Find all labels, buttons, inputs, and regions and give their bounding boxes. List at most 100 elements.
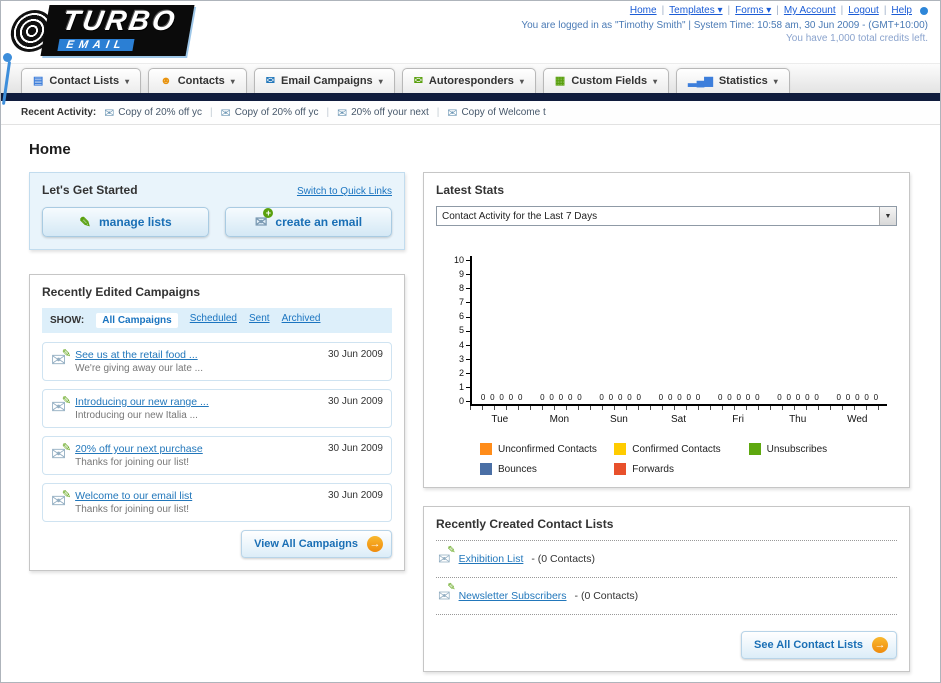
pencil-icon: ✎: [61, 489, 72, 501]
nav-tab-statistics[interactable]: ▂▄▆ Statistics ▾: [676, 68, 790, 93]
campaign-date: 30 Jun 2009: [327, 349, 383, 360]
y-axis-label: 5: [459, 326, 470, 335]
list-pencil-icon: ✉ ✎: [438, 545, 456, 568]
campaign-subtitle: We're giving away our late ...: [75, 363, 203, 374]
chart-y-axis: 10 9 8 7 6 5 4 3 2 1 0: [446, 256, 470, 406]
logo-text: TURBO EMAIL: [40, 5, 195, 56]
activity-separator: |: [210, 107, 213, 118]
bar-value-label: 0: [786, 393, 791, 402]
create-email-button[interactable]: ✉ + create an email: [225, 207, 392, 237]
nav-tab-label: Custom Fields: [571, 75, 648, 87]
contact-list-row[interactable]: ✉ ✎ Exhibition List - (0 Contacts): [436, 540, 897, 578]
see-all-contact-lists-button[interactable]: See All Contact Lists →: [740, 631, 897, 659]
link-separator: |: [840, 5, 844, 16]
contact-lists-panel: Recently Created Contact Lists ✉ ✎ Exhibit…: [423, 506, 910, 672]
link-separator: |: [727, 5, 731, 16]
stats-period-select[interactable]: Contact Activity for the Last 7 Days ▼: [436, 206, 897, 226]
y-axis-label: 9: [459, 270, 470, 279]
legend-swatch: [480, 443, 492, 455]
campaign-row[interactable]: ✉ ✎ See us at the retail food ... We're giv…: [42, 342, 392, 381]
pencil-icon: ✎: [447, 545, 456, 556]
header-link-forms[interactable]: Forms ▾: [735, 5, 771, 16]
campaign-row[interactable]: ✉ ✎ Introducing our new range ... Introduci…: [42, 389, 392, 428]
campaign-title-link[interactable]: Welcome to our email list: [75, 490, 313, 502]
campaign-title-link[interactable]: 20% off your next purchase: [75, 443, 313, 455]
latest-stats-panel: Latest Stats Contact Activity for the La…: [423, 172, 910, 488]
campaign-subtitle: Thanks for joining our list!: [75, 457, 190, 468]
legend-item-bounces: Bounces: [480, 463, 614, 475]
envelope-pencil-icon: ✉ ✎: [51, 489, 71, 510]
envelope-plus-icon: ✉ +: [255, 208, 274, 231]
nav-tab-label: Statistics: [718, 75, 768, 87]
chart-x-axis: Tue Mon Sun Sat Fri Thu Wed: [470, 414, 887, 425]
legend-item-unsubscribes: Unsubscribes: [748, 443, 883, 455]
manage-lists-button[interactable]: ✎ manage lists: [42, 207, 209, 237]
statistics-icon: ▂▄▆: [688, 74, 713, 87]
bar-value-label: 0: [873, 393, 879, 402]
bar-value-label: 0: [577, 393, 582, 402]
activity-separator: |: [436, 107, 440, 118]
nav-tab-autoresponders[interactable]: ✉ Autoresponders ▾: [401, 68, 536, 93]
campaign-text: Introducing our new range ... Introducing…: [75, 396, 313, 421]
header-link-logout[interactable]: Logout: [848, 5, 879, 16]
switch-quick-links-link[interactable]: Switch to Quick Links: [297, 186, 392, 197]
y-axis-label: 7: [459, 298, 470, 307]
campaign-text: 20% off your next purchase Thanks for joi…: [75, 443, 313, 468]
legend-swatch: [614, 443, 627, 455]
bar-value-label: 0: [864, 393, 869, 402]
activity-item-label: Copy of 20% off yc: [234, 107, 319, 118]
nav-tab-label: Contact Lists: [49, 75, 120, 87]
y-axis-label: 10: [454, 256, 470, 265]
view-all-campaigns-button[interactable]: View All Campaigns →: [241, 530, 392, 558]
contact-lists-icon: ▤: [33, 74, 44, 87]
filter-all-campaigns[interactable]: All Campaigns: [96, 313, 178, 328]
content-area: Home Let's Get Started Switch to Quick L…: [1, 125, 940, 672]
y-axis-label: 1: [459, 382, 470, 392]
chevron-down-icon: ▾: [230, 76, 235, 86]
nav-tab-contact-lists[interactable]: ▤ Contact Lists ▾: [21, 68, 142, 93]
recent-activity-item[interactable]: ✉ Copy of Welcome t: [447, 106, 545, 120]
recent-activity-item[interactable]: ✉ Copy of 20% off yc: [221, 106, 319, 120]
header-link-home[interactable]: Home: [630, 5, 657, 16]
recent-activity-item[interactable]: ✉ 20% off your next: [337, 106, 429, 120]
chart-legend: Unconfirmed Contacts Confirmed Contacts Un…: [446, 443, 887, 475]
nav-tab-contacts[interactable]: ☻ Contacts ▾: [148, 68, 247, 93]
bar-value-label: 0: [686, 393, 691, 402]
recent-activity-item[interactable]: ✉ Copy of 20% off yc: [104, 106, 202, 120]
stats-period-value: Contact Activity for the Last 7 Days: [442, 210, 598, 222]
bar-value-label: 0: [736, 393, 741, 402]
campaign-title-link[interactable]: See us at the retail food ...: [75, 349, 313, 361]
contact-list-row[interactable]: ✉ ✎ Newsletter Subscribers - (0 Contacts): [436, 578, 897, 615]
filter-scheduled[interactable]: Scheduled: [190, 313, 237, 328]
bar-group-wed: 00000: [828, 393, 887, 402]
filter-archived[interactable]: Archived: [282, 313, 321, 328]
link-separator: |: [776, 5, 779, 16]
contact-list-link[interactable]: Exhibition List: [459, 553, 524, 565]
legend-item-unconfirmed-contacts: Unconfirmed Contacts: [480, 443, 614, 455]
legend-label: Unconfirmed Contacts: [498, 443, 597, 455]
list-pencil-icon: ✉ ✎: [438, 582, 456, 605]
header-link-templates[interactable]: Templates ▾: [669, 5, 722, 16]
activity-separator: |: [326, 107, 330, 118]
contact-lists-title: Recently Created Contact Lists: [436, 517, 614, 531]
filter-sent[interactable]: Sent: [249, 313, 270, 328]
chevron-down-icon: ▾: [519, 76, 524, 86]
x-axis-label: Sun: [610, 414, 628, 425]
campaign-title-link[interactable]: Introducing our new range ...: [75, 396, 313, 408]
campaign-date: 30 Jun 2009: [327, 443, 383, 454]
header-link-help[interactable]: Help: [891, 5, 912, 16]
activity-item-label: Copy of 20% off yc: [118, 107, 203, 118]
campaign-row[interactable]: ✉ ✎ Welcome to our email list Thanks for jo…: [42, 483, 392, 522]
pencil-icon: ✎: [447, 582, 456, 593]
nav-tab-custom-fields[interactable]: ▦ Custom Fields ▾: [542, 68, 670, 93]
header-link-my-account[interactable]: My Account: [784, 5, 836, 16]
contact-list-link[interactable]: Newsletter Subscribers: [459, 590, 567, 602]
bar-value-label: 0: [549, 393, 554, 402]
bar-value-label: 0: [517, 393, 523, 402]
notification-dot-icon: [920, 6, 928, 15]
bar-value-label: 0: [845, 393, 851, 402]
legend-label: Forwards: [632, 463, 674, 475]
campaign-row[interactable]: ✉ ✎ 20% off your next purchase Thanks for j…: [42, 436, 392, 475]
nav-tab-email-campaigns[interactable]: ✉ Email Campaigns ▾: [253, 68, 395, 93]
bar-value-label: 0: [490, 393, 495, 402]
